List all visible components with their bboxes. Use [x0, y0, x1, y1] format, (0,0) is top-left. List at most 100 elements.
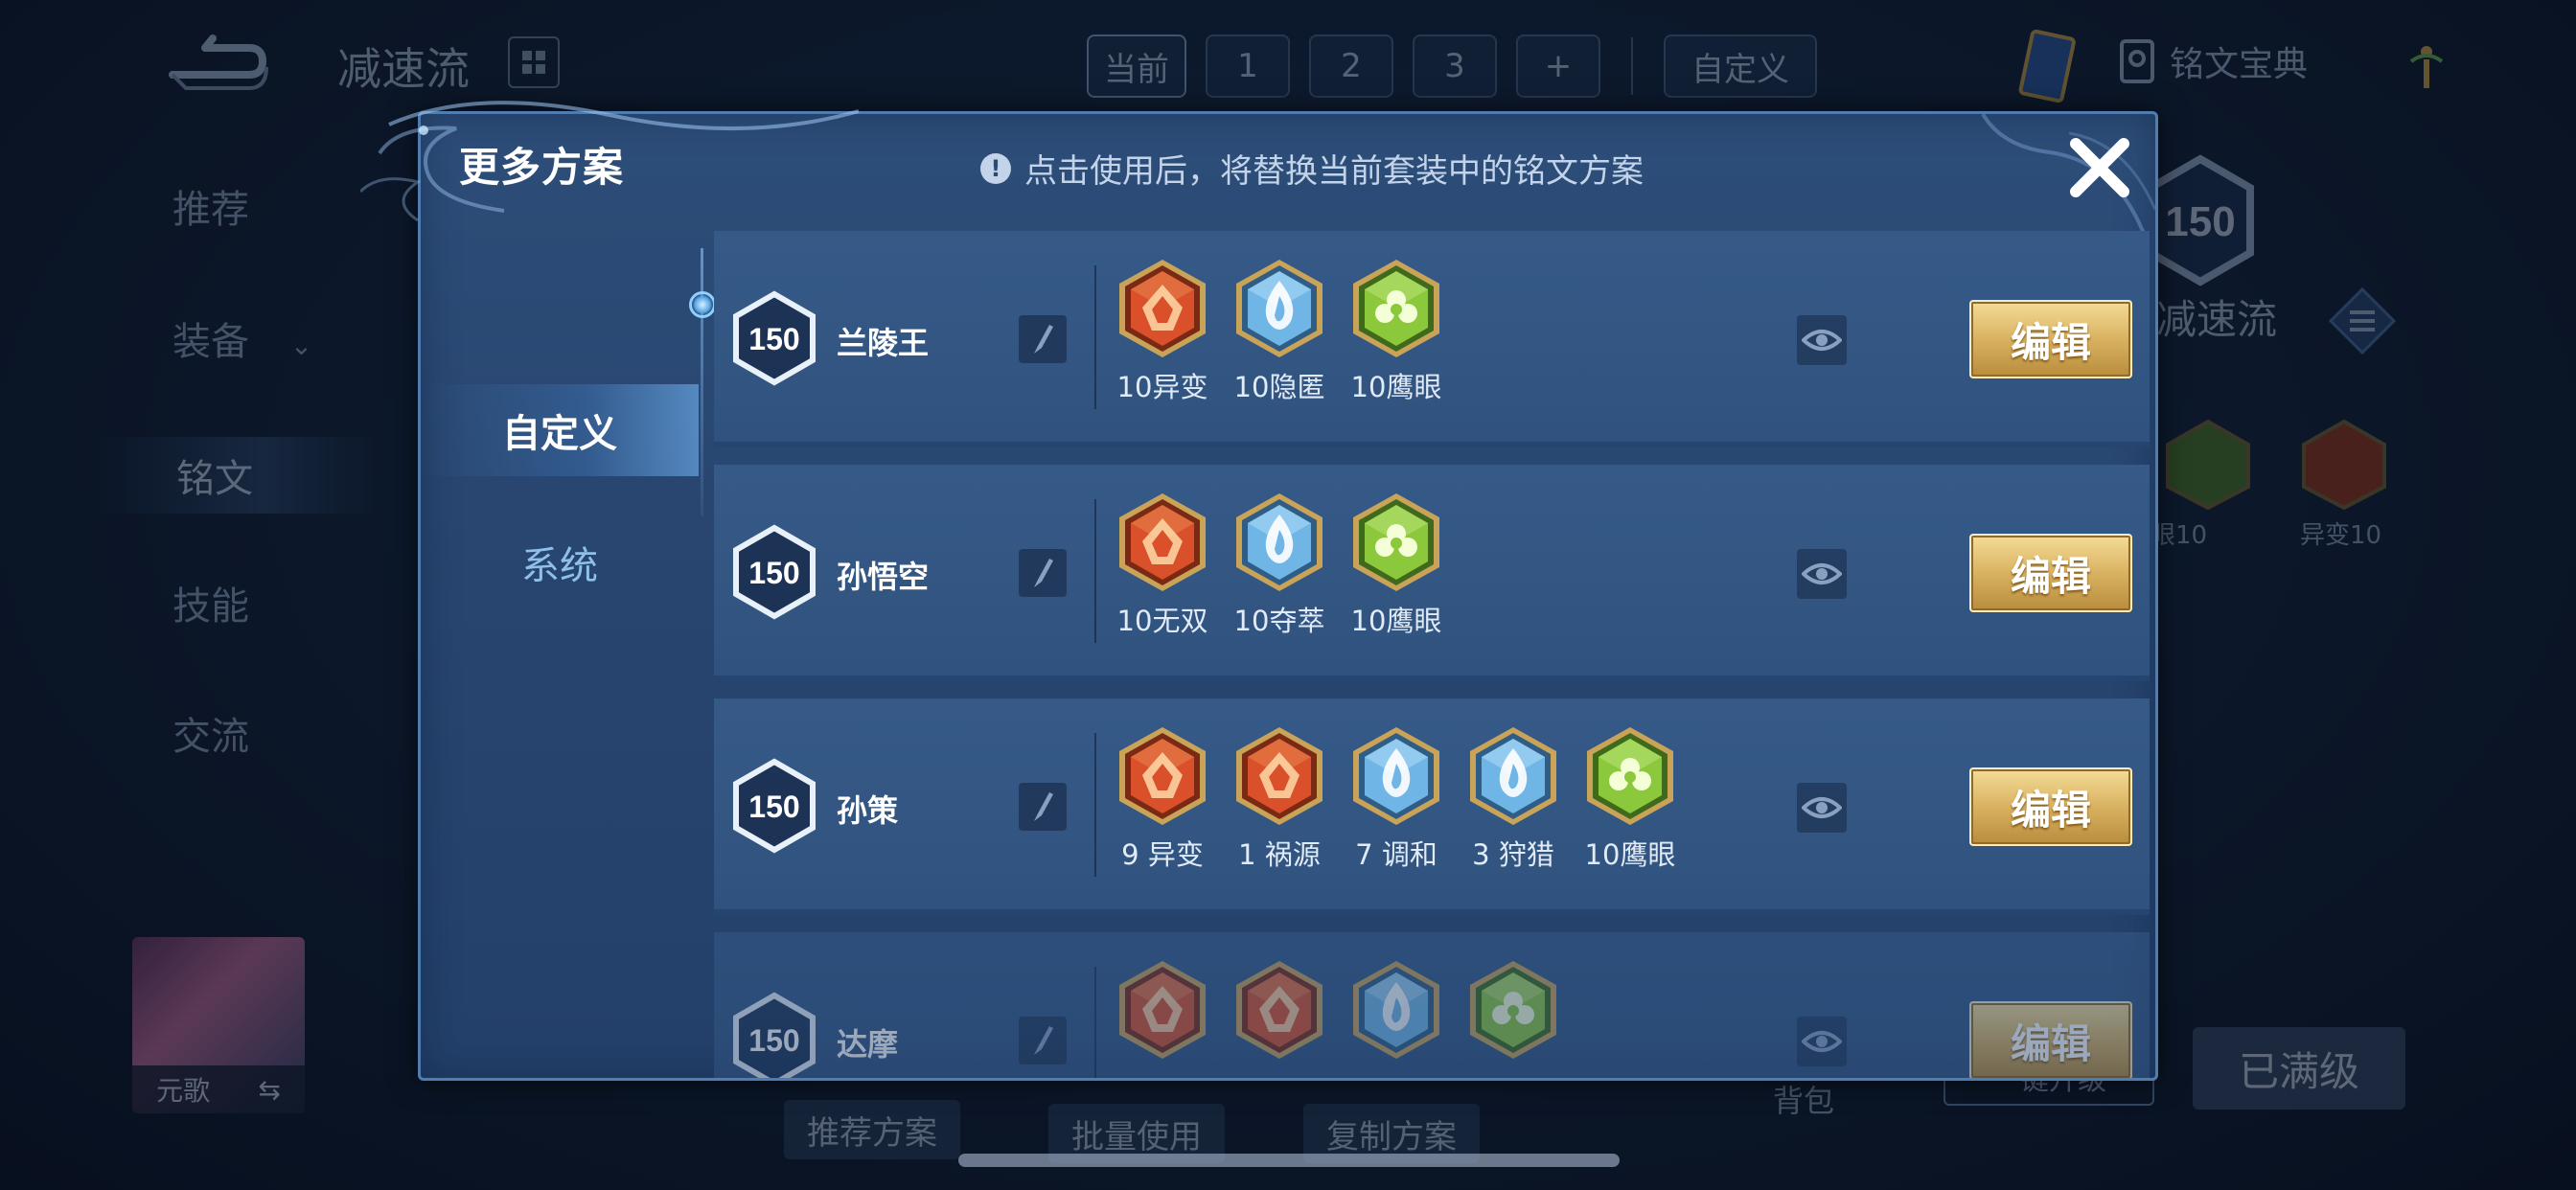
hero-switch[interactable]: 元歌 ⇆	[132, 1065, 305, 1113]
active-tab-indicator	[689, 291, 716, 318]
sidebar-item-runes[interactable]: 铭文	[96, 437, 374, 514]
bg-rune-label-2: 异变10	[2300, 521, 2382, 550]
pen-icon	[1034, 792, 1053, 821]
yingyan-rune-icon	[1349, 492, 1443, 597]
yingyan-rune-icon	[1349, 258, 1443, 363]
pen-icon	[1034, 325, 1053, 354]
rune-slot: 10鹰眼	[1582, 725, 1678, 873]
huoyuan-rune-icon	[1116, 959, 1209, 1064]
dialog-notice: ! 点击使用后，将替换当前套装中的铭文方案	[980, 145, 1644, 192]
level-text: 150	[748, 1023, 799, 1058]
plan-hero-name: 孙悟空	[837, 559, 930, 595]
tab-1[interactable]: 1	[1206, 34, 1290, 98]
tab-current[interactable]: 当前	[1087, 34, 1186, 98]
rune-label: 9 异变	[1121, 838, 1204, 871]
preview-button[interactable]	[1797, 1017, 1847, 1066]
plan-name: 减速流	[2156, 296, 2278, 343]
plan-row[interactable]: 150 孙策 9 异变 1 祸源 7 调和 3 狩猎 10鹰眼 编辑	[714, 698, 2150, 915]
rune-slot: 3 狩猎	[1465, 725, 1561, 873]
sidebar-item-skills[interactable]: 技能	[172, 575, 249, 630]
wushuang-rune-icon	[1116, 492, 1209, 597]
rune-label: 10夺萃	[1233, 605, 1325, 637]
edit-button[interactable]: 编辑	[1969, 300, 2132, 378]
side-tab-system[interactable]: 系统	[421, 516, 699, 608]
huoyuan-rune-icon	[1232, 725, 1326, 831]
plan-hero-name: 达摩	[837, 1026, 899, 1063]
dialog-sidebar: 自定义 系统	[421, 237, 699, 1078]
plan-row[interactable]: 150 达摩 编辑	[714, 932, 2150, 1078]
home-indicator	[958, 1154, 1620, 1167]
rune-slot: 1 祸源	[1231, 725, 1327, 873]
level-text: 150	[748, 322, 799, 356]
tab-divider	[1631, 37, 1633, 95]
red-rune-icon	[2302, 419, 2386, 510]
close-button[interactable]	[2059, 127, 2140, 208]
bg-rune-label-1: 眼10	[2150, 521, 2208, 550]
rune-slot: 10夺萃	[1231, 492, 1327, 639]
rune-slot: 10隐匿	[1231, 258, 1327, 405]
row-divider	[1094, 967, 1096, 1078]
preview-button[interactable]	[1797, 783, 1847, 833]
level-hex-icon: 150	[733, 524, 816, 620]
yibian-rune-icon	[1116, 725, 1209, 831]
grid-button[interactable]	[508, 36, 560, 88]
rune-slot: 10鹰眼	[1348, 492, 1444, 639]
rune-label: 10鹰眼	[1350, 605, 1442, 637]
preview-button[interactable]	[1797, 315, 1847, 365]
sidebar-rail	[701, 248, 703, 516]
tab-2[interactable]: 2	[1309, 34, 1393, 98]
menu-icon[interactable]	[2329, 287, 2396, 355]
grid-icon	[522, 51, 545, 74]
shoulie-rune-icon	[1466, 725, 1560, 831]
eye-icon	[1802, 563, 1842, 584]
edit-button[interactable]: 编辑	[1969, 534, 2132, 612]
plan-list[interactable]: 150 兰陵王 10异变 10隐匿 10鹰眼 编辑 150 孙悟空 10无双 1…	[714, 231, 2151, 1078]
rename-button[interactable]	[1019, 783, 1067, 831]
sidebar-item-equipment-label: 装备	[172, 320, 249, 364]
yinni-rune-icon	[1232, 258, 1326, 363]
sidebar-item-chat[interactable]: 交流	[172, 705, 249, 761]
recommend-plan-button[interactable]: 推荐方案	[784, 1100, 960, 1159]
pen-icon	[1034, 1026, 1053, 1055]
hero-name: 元歌	[156, 1075, 211, 1107]
eye-icon	[1802, 797, 1842, 818]
sidebar-item-recommend[interactable]: 推荐	[172, 178, 249, 234]
back-arrow-icon[interactable]	[163, 29, 268, 96]
tab-add[interactable]: +	[1516, 34, 1600, 98]
rune-book-link[interactable]: 铭文宝典	[2118, 36, 2308, 86]
level-hex-icon: 150	[733, 290, 816, 386]
card-icon[interactable]	[2012, 29, 2080, 105]
sidebar-item-equipment[interactable]: 装备 ⌄	[172, 310, 312, 366]
edit-button[interactable]: 编辑	[1969, 767, 2132, 846]
rune-slot	[1115, 959, 1210, 1066]
maxed-button[interactable]: 已满级	[2193, 1027, 2405, 1110]
plan-hero-name: 兰陵王	[837, 325, 930, 361]
rune-label: 10鹰眼	[1350, 371, 1442, 403]
yibian-rune-icon	[1116, 258, 1209, 363]
rune-label: 10异变	[1116, 371, 1208, 403]
rune-slot: 10无双	[1115, 492, 1210, 639]
notice-text: 点击使用后，将替换当前套装中的铭文方案	[1024, 152, 1644, 191]
preview-button[interactable]	[1797, 549, 1847, 599]
rune-slot: 10异变	[1115, 258, 1210, 405]
plan-row[interactable]: 150 兰陵王 10异变 10隐匿 10鹰眼 编辑	[714, 231, 2150, 447]
eye-icon	[1802, 330, 1842, 351]
plan-row[interactable]: 150 孙悟空 10无双 10夺萃 10鹰眼 编辑	[714, 465, 2150, 681]
rune-label: 10鹰眼	[1584, 838, 1676, 871]
side-tab-custom[interactable]: 自定义	[421, 384, 699, 476]
bag-label[interactable]: 背包	[1773, 1077, 1834, 1121]
tab-3[interactable]: 3	[1413, 34, 1497, 98]
swap-icon: ⇆	[258, 1073, 281, 1106]
rename-button[interactable]	[1019, 315, 1067, 363]
rename-button[interactable]	[1019, 549, 1067, 597]
edit-button[interactable]: 编辑	[1969, 1001, 2132, 1078]
tab-custom[interactable]: 自定义	[1664, 34, 1817, 98]
row-divider	[1094, 499, 1096, 643]
row-divider	[1094, 265, 1096, 409]
level-text: 150	[748, 556, 799, 590]
level-text: 150	[748, 790, 799, 824]
rename-button[interactable]	[1019, 1017, 1067, 1064]
rune-list	[1115, 959, 1561, 1066]
rune-label: 3 狩猎	[1472, 838, 1554, 871]
rune-label: 10隐匿	[1233, 371, 1325, 403]
